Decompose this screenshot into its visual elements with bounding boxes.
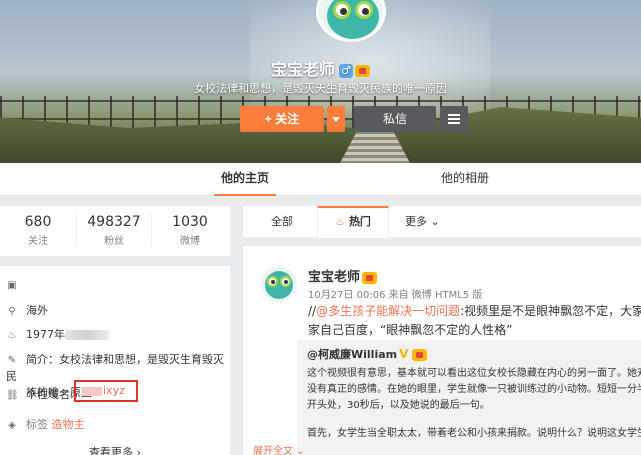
info-birthday: ♨ 1977年	[6, 326, 109, 342]
member-badge-icon[interactable]	[412, 349, 428, 361]
verified-v-icon: V	[399, 347, 409, 361]
owl-eye-right	[355, 1, 373, 19]
expand-full-text-link[interactable]: 展开全文 ⌄	[253, 442, 305, 455]
post-meta: 10月27日 00:06 来自 微博 HTML5 版	[308, 290, 483, 301]
repost-author[interactable]: @柯威廉William V	[307, 346, 428, 362]
repost-text-line: 首先，女学生当全职太太，带着老公和小孩来捐款。说明什么？说明这女学生家庭	[307, 428, 641, 439]
profile-name: 宝宝老师	[270, 60, 335, 79]
feed-tab-hot[interactable]: ♨ 热门	[317, 206, 389, 238]
stat-posts-label: 微博	[180, 236, 200, 247]
tag-icon: ◈	[8, 420, 16, 431]
repost-text-line: 没有真正的感情。在她的眼里，学生就像一只被训练过的小动物。短短一分半钟，	[307, 384, 641, 395]
info-card: ▣ ⚲ 海外 ♨ 1977年 ✎ 简介：女校法律和思想，是毁灭生育毁灭民 族的唯一原因…	[0, 266, 230, 455]
redacted-block	[65, 330, 109, 340]
intro-label: 简介：	[26, 353, 59, 366]
edit-icon: ✎	[7, 355, 17, 366]
stat-posts-count: 1030	[172, 214, 208, 230]
owl-eye-left	[333, 1, 351, 19]
post-author-name: 宝宝老师	[308, 270, 361, 285]
post-text: //@多生孩子能解决一切问题:视频里是不是眼神飘忽不定，大家自己看 家自己百度，…	[308, 302, 641, 340]
stat-followers-label: 粉丝	[104, 236, 124, 247]
member-badge-icon[interactable]	[362, 271, 378, 284]
cake-icon: ♨	[7, 330, 17, 341]
link-icon: ⛓	[6, 390, 19, 401]
repost-text-line: 开头处，30秒后，以及她说的最后一句。	[307, 400, 490, 411]
feed-tab-hot-label: 热门	[348, 215, 371, 228]
male-gender-icon: ♂	[339, 63, 353, 78]
stat-following-count: 680	[24, 214, 52, 230]
tag-link[interactable]: 造物主	[52, 418, 85, 431]
tag-label: 标签	[26, 418, 48, 431]
more-menu-button[interactable]	[440, 106, 468, 132]
post-text-line2: 家自己百度，“眼神飘忽不定的人性格”	[308, 323, 513, 337]
info-header: ▣	[6, 278, 26, 291]
post-text-prefix: //	[308, 304, 317, 318]
repost-author-name: @柯威廉William	[307, 348, 398, 361]
feed-post: 宝宝老师 10月27日 00:06 来自 微博 HTML5 版 //@多生孩子能…	[243, 246, 641, 455]
location-text: 海外	[26, 304, 48, 317]
info-tags: ◈ 标签 造物主	[6, 416, 85, 432]
domain-link[interactable]: ixyz	[82, 384, 125, 397]
card-icon: ▣	[7, 280, 17, 291]
feed-tab-all[interactable]: 全部	[271, 206, 293, 238]
menu-bar	[448, 114, 460, 116]
redacted-block	[82, 386, 102, 396]
message-button[interactable]: 私信	[354, 106, 436, 132]
feed-nav: 全部 ♨ 热门 更多 ⌄	[243, 206, 641, 238]
menu-bar	[448, 122, 460, 124]
profile-description: 女校法律和思想，是毁灭天生育毁灭民族的唯一原因	[194, 82, 447, 95]
birth-text: 1977年	[26, 328, 65, 341]
repost-text-line: 这个视频很有意思，基本就可以看出这位女校长隐藏在内心的另一面了。她对自	[307, 368, 641, 379]
repost-block: @柯威廉William V 这个视频很有意思，基本就可以看出这位女校长隐藏在内心的…	[297, 340, 641, 455]
follow-dropdown-button[interactable]	[327, 106, 345, 132]
menu-bar	[448, 118, 460, 120]
post-text-rest: :视频里是不是眼神飘忽不定，大家自己看	[460, 304, 641, 318]
rail-top	[0, 100, 641, 102]
profile-banner: 宝宝老师 ♂ 女校法律和思想，是毁灭天生育毁灭民族的唯一原因 + 关注 私信	[0, 0, 641, 163]
profile-tabbar: 他的主页 他的相册	[0, 163, 641, 196]
view-more-link[interactable]: 查看更多 ›	[0, 444, 230, 455]
stat-following-label: 关注	[28, 236, 48, 247]
fire-icon: ♨	[335, 215, 345, 228]
tab-home[interactable]: 他的主页	[214, 163, 276, 196]
domain-value: ixyz	[103, 384, 125, 397]
post-avatar[interactable]	[261, 266, 297, 302]
owl-eye-right	[280, 276, 291, 287]
location-pin-icon: ⚲	[8, 306, 16, 317]
stat-followers[interactable]: 498327 粉丝	[76, 214, 152, 247]
stats-card: 680 关注 498327 粉丝 1030 微博	[0, 206, 230, 256]
tab-album[interactable]: 他的相册	[430, 163, 500, 196]
info-location: ⚲ 海外	[6, 302, 48, 318]
domain-label: 个性域名:	[26, 388, 74, 401]
info-domain: ⛓ 个性域名:	[6, 386, 74, 402]
member-badge-icon[interactable]	[355, 64, 370, 77]
follow-button[interactable]: + 关注	[240, 106, 324, 132]
post-author[interactable]: 宝宝老师	[308, 266, 378, 285]
feed-tab-more[interactable]: 更多 ⌄	[405, 206, 440, 238]
owl-eye-left	[267, 276, 278, 287]
stat-posts[interactable]: 1030 微博	[152, 214, 228, 247]
stat-following[interactable]: 680 关注	[0, 214, 76, 247]
post-mention-link[interactable]: @多生孩子能解决一切问题	[316, 304, 460, 318]
stat-followers-count: 498327	[87, 214, 141, 230]
profile-name-row: 宝宝老师 ♂	[0, 56, 641, 80]
